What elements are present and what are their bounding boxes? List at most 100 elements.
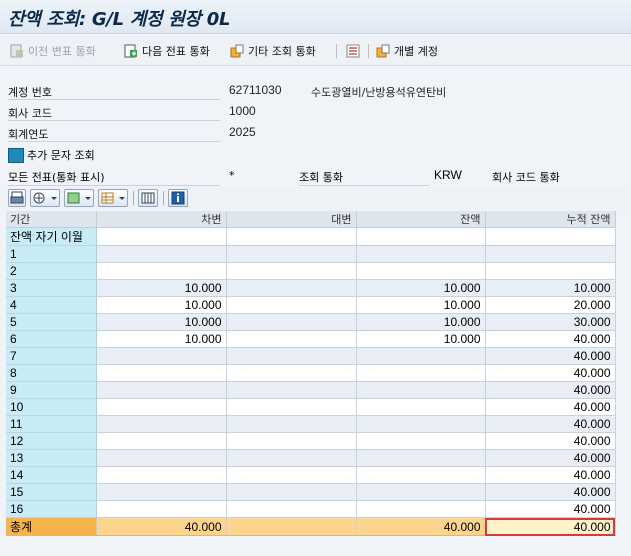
- cumulative-balance-cell[interactable]: 40.000: [485, 432, 616, 450]
- total-debit-cell[interactable]: 40.000: [96, 517, 227, 536]
- balance-cell[interactable]: [356, 347, 486, 365]
- debit-cell[interactable]: [96, 364, 227, 382]
- print-button[interactable]: [8, 189, 26, 207]
- cumulative-balance-cell[interactable]: 40.000: [485, 500, 616, 518]
- period-cell[interactable]: 10: [6, 398, 97, 416]
- credit-cell[interactable]: [226, 364, 357, 382]
- balance-cell[interactable]: [356, 432, 486, 450]
- table-row[interactable]: 3 10.000 10.000 10.000: [6, 279, 616, 297]
- debit-cell[interactable]: [96, 483, 227, 501]
- period-cell[interactable]: 13: [6, 449, 97, 467]
- period-cell[interactable]: 9: [6, 381, 97, 399]
- cumulative-balance-cell[interactable]: 40.000: [485, 449, 616, 467]
- balance-cell[interactable]: [356, 466, 486, 484]
- details-button[interactable]: [138, 189, 158, 207]
- balance-cell[interactable]: [356, 381, 486, 399]
- year-value[interactable]: 2025: [229, 125, 256, 139]
- period-cell[interactable]: 8: [6, 364, 97, 382]
- balance-cell[interactable]: [356, 415, 486, 433]
- credit-cell[interactable]: [226, 347, 357, 365]
- period-cell[interactable]: 14: [6, 466, 97, 484]
- credit-cell[interactable]: [226, 296, 357, 314]
- period-cell[interactable]: 잔액 자기 이월: [6, 227, 97, 246]
- balance-cell[interactable]: [356, 245, 486, 263]
- cumulative-balance-cell[interactable]: 40.000: [485, 330, 616, 348]
- cumulative-balance-cell[interactable]: 40.000: [485, 364, 616, 382]
- extra-docs-button[interactable]: 추가 문자 조회: [8, 146, 95, 164]
- credit-cell[interactable]: [226, 466, 357, 484]
- credit-cell[interactable]: [226, 432, 357, 450]
- total-credit-cell[interactable]: [226, 517, 357, 536]
- debit-cell[interactable]: [96, 398, 227, 416]
- total-balance-cell[interactable]: 40.000: [356, 517, 486, 536]
- balance-cell[interactable]: [356, 483, 486, 501]
- period-cell[interactable]: 7: [6, 347, 97, 365]
- debit-cell[interactable]: [96, 381, 227, 399]
- debit-cell[interactable]: [96, 466, 227, 484]
- credit-cell[interactable]: [226, 381, 357, 399]
- table-row[interactable]: 7 40.000: [6, 347, 616, 365]
- credit-cell[interactable]: [226, 245, 357, 263]
- balance-cell[interactable]: 10.000: [356, 313, 486, 331]
- credit-cell[interactable]: [226, 279, 357, 297]
- cumulative-balance-cell[interactable]: [485, 227, 616, 246]
- debit-cell[interactable]: [96, 500, 227, 518]
- column-header-period[interactable]: 기간: [6, 211, 97, 228]
- all-docs-value[interactable]: *: [229, 169, 235, 182]
- column-header-balance[interactable]: 잔액: [356, 211, 486, 228]
- debit-cell[interactable]: [96, 449, 227, 467]
- debit-cell[interactable]: 10.000: [96, 296, 227, 314]
- debit-cell[interactable]: [96, 262, 227, 280]
- period-cell[interactable]: 11: [6, 415, 97, 433]
- period-cell[interactable]: 2: [6, 262, 97, 280]
- table-row[interactable]: 9 40.000: [6, 381, 616, 399]
- balance-cell[interactable]: [356, 262, 486, 280]
- info-button[interactable]: [168, 189, 188, 207]
- period-cell[interactable]: 4: [6, 296, 97, 314]
- individual-account-button[interactable]: 개별 계정: [376, 42, 438, 60]
- balance-cell[interactable]: [356, 500, 486, 518]
- credit-cell[interactable]: [226, 313, 357, 331]
- balance-cell[interactable]: [356, 398, 486, 416]
- credit-cell[interactable]: [226, 262, 357, 280]
- column-header-debit[interactable]: 차변: [96, 211, 227, 228]
- table-row[interactable]: 12 40.000: [6, 432, 616, 450]
- period-cell[interactable]: 1: [6, 245, 97, 263]
- table-row[interactable]: 5 10.000 10.000 30.000: [6, 313, 616, 331]
- credit-cell[interactable]: [226, 500, 357, 518]
- prev-currency-button[interactable]: 이전 변표 통화: [10, 42, 96, 60]
- balance-cell[interactable]: [356, 227, 486, 246]
- filter-button[interactable]: [30, 189, 60, 207]
- company-value[interactable]: 1000: [229, 104, 256, 118]
- other-currency-button[interactable]: 기타 조회 통화: [230, 42, 316, 60]
- total-period-cell[interactable]: 총계: [6, 517, 97, 536]
- period-cell[interactable]: 16: [6, 500, 97, 518]
- debit-cell[interactable]: 10.000: [96, 313, 227, 331]
- currency-toggle-button[interactable]: [346, 42, 360, 60]
- table-row[interactable]: 4 10.000 10.000 20.000: [6, 296, 616, 314]
- export-button[interactable]: [64, 189, 94, 207]
- table-row[interactable]: 16 40.000: [6, 500, 616, 518]
- debit-cell[interactable]: [96, 227, 227, 246]
- balance-cell[interactable]: [356, 364, 486, 382]
- cumulative-balance-cell[interactable]: [485, 245, 616, 263]
- balance-cell[interactable]: 10.000: [356, 279, 486, 297]
- table-row[interactable]: 잔액 자기 이월: [6, 227, 616, 246]
- table-row[interactable]: 11 40.000: [6, 415, 616, 433]
- period-cell[interactable]: 6: [6, 330, 97, 348]
- period-cell[interactable]: 5: [6, 313, 97, 331]
- table-row[interactable]: 14 40.000: [6, 466, 616, 484]
- total-row[interactable]: 총계 40.000 40.000 40.000: [6, 517, 616, 536]
- debit-cell[interactable]: [96, 245, 227, 263]
- credit-cell[interactable]: [226, 398, 357, 416]
- table-row[interactable]: 2: [6, 262, 616, 280]
- layout-button[interactable]: [98, 189, 128, 207]
- table-row[interactable]: 6 10.000 10.000 40.000: [6, 330, 616, 348]
- balance-cell[interactable]: 10.000: [356, 296, 486, 314]
- table-row[interactable]: 10 40.000: [6, 398, 616, 416]
- cumulative-balance-cell[interactable]: 40.000: [485, 483, 616, 501]
- cumulative-balance-cell[interactable]: [485, 262, 616, 280]
- credit-cell[interactable]: [226, 330, 357, 348]
- table-row[interactable]: 8 40.000: [6, 364, 616, 382]
- total-cumulative-balance-cell[interactable]: 40.000: [485, 517, 616, 536]
